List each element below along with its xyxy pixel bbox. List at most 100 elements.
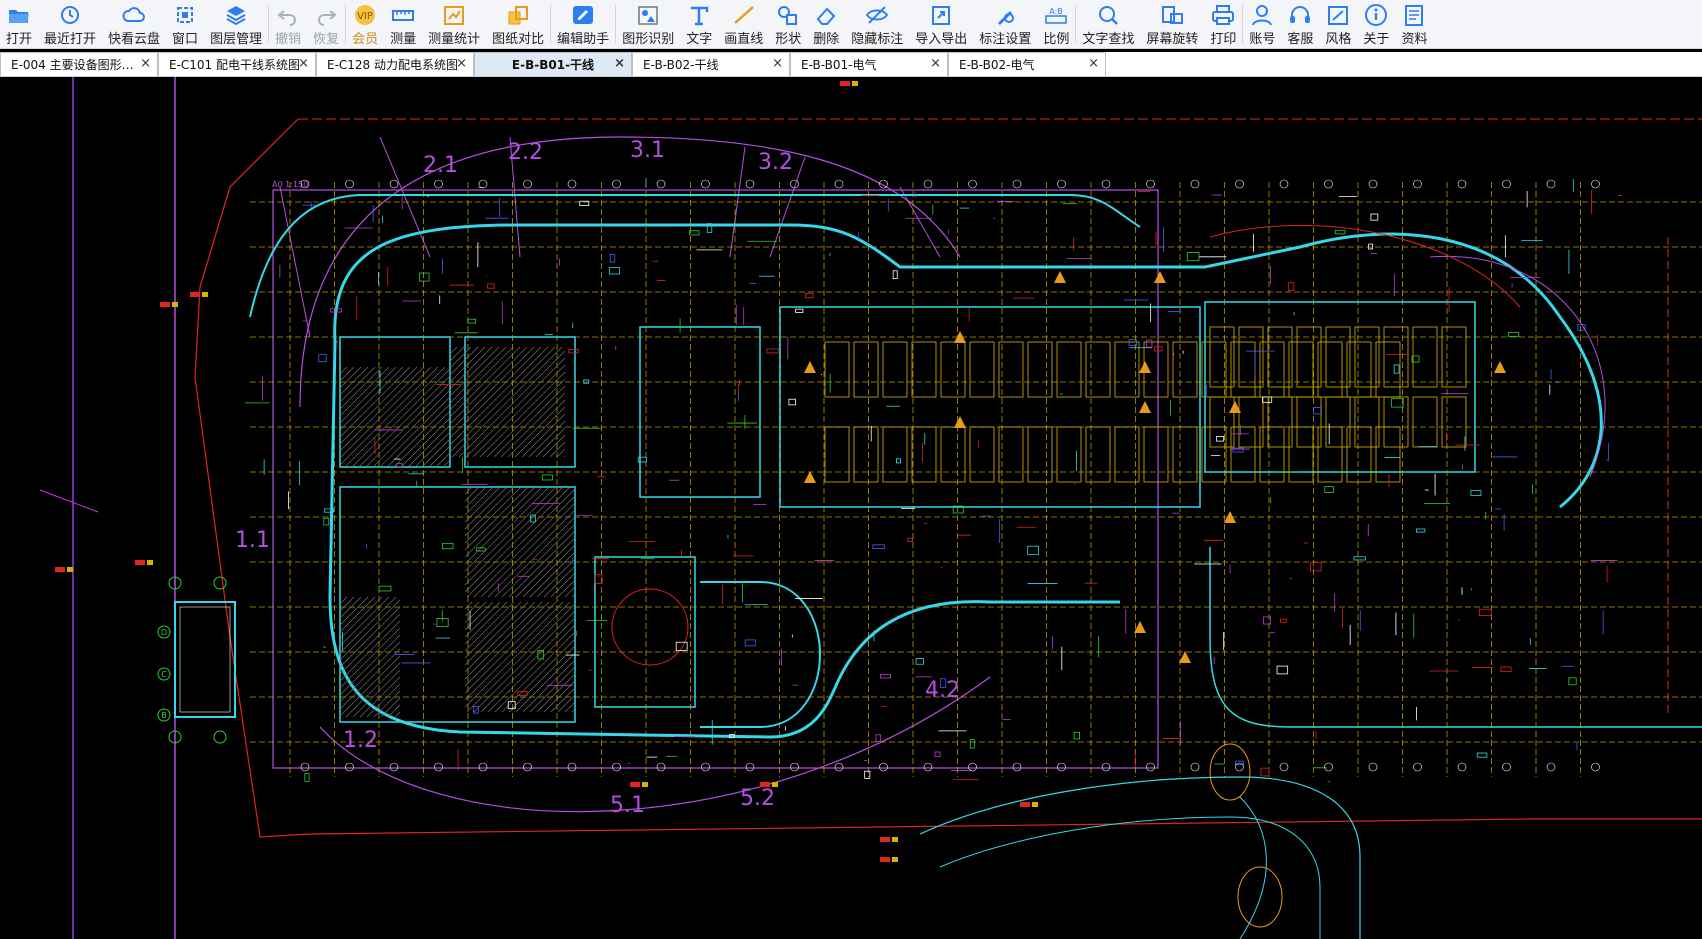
toolbar-label: 编辑助手 xyxy=(557,32,610,47)
import-export-icon xyxy=(932,6,951,25)
folder-open-button[interactable]: 打开 xyxy=(0,0,38,48)
edit-assistant-icon xyxy=(573,6,594,24)
annotation-settings-button[interactable]: 标注设置 xyxy=(973,0,1037,48)
annotation-settings-icon xyxy=(998,11,1015,25)
rotate-screen-icon xyxy=(1162,6,1184,24)
zone-label: 1.2 xyxy=(343,728,378,753)
tab-label: E-C128 动力配电系统图 xyxy=(327,58,459,72)
toolbar-label: 图纸对比 xyxy=(492,32,545,47)
scale-button[interactable]: A:B 比例 xyxy=(1037,0,1075,48)
measure-stats-button[interactable]: 测量统计 xyxy=(422,0,486,48)
info-button[interactable]: 关于 xyxy=(1357,0,1395,48)
main-toolbar: 打开 最近打开 快看云盘 窗口 图层管理 撤销 恢复 VIP 会员 测量 测量统计 图纸对比 编辑助手图… xyxy=(0,0,1702,49)
close-icon[interactable]: × xyxy=(298,56,309,71)
text-search-button[interactable]: 文字查找 xyxy=(1076,0,1140,48)
toolbar-label: 窗口 xyxy=(172,32,199,47)
document-tab[interactable]: E-B-B02-电气 × xyxy=(948,52,1106,76)
cad-drawing[interactable]: 2.1 2.2 3.1 3.2 1.1 1.2 4.2 5.1 5.2 A0 1… xyxy=(0,77,1702,939)
drawing-canvas[interactable]: 2.1 2.2 3.1 3.2 1.1 1.2 4.2 5.1 5.2 A0 1… xyxy=(0,77,1702,939)
toolbar-label: 客服 xyxy=(1287,32,1314,47)
document-tab-bar: E-004 主要设备图形… × E-C101 配电干线系统图 × E-C128 动力配电… xyxy=(0,52,1702,77)
info-icon xyxy=(1365,4,1388,26)
cloud-icon xyxy=(122,7,146,22)
headset-icon xyxy=(1290,6,1311,23)
document-tab[interactable]: E-B-B02-干线 × xyxy=(632,52,790,76)
layers-icon xyxy=(226,6,246,26)
compare-button[interactable]: 图纸对比 xyxy=(486,0,550,48)
toolbar-label: 关于 xyxy=(1363,32,1390,47)
close-icon[interactable]: × xyxy=(930,56,941,71)
document-tab[interactable]: E-C128 动力配电系统图 × xyxy=(316,52,474,76)
documents-icon xyxy=(1405,5,1424,26)
measure-button[interactable]: 测量 xyxy=(384,0,422,48)
style-button[interactable]: 风格 xyxy=(1319,0,1357,48)
documents-button[interactable]: 资料 xyxy=(1395,0,1433,48)
zone-label: 3.1 xyxy=(630,138,665,163)
scale-icon: A:B xyxy=(1045,7,1068,24)
close-icon[interactable]: × xyxy=(772,56,783,71)
tab-label: E-B-B01-电气 xyxy=(801,58,877,72)
tab-label: E-B-B01-干线 xyxy=(511,58,595,72)
tab-label: E-004 主要设备图形… xyxy=(11,58,134,72)
svg-text:A:B: A:B xyxy=(1050,7,1064,16)
shape-button[interactable]: 形状 xyxy=(769,0,807,48)
zone-label: 3.2 xyxy=(758,150,793,175)
close-icon[interactable]: × xyxy=(456,56,467,71)
toolbar-label: 图层管理 xyxy=(210,32,263,47)
toolbar-label: 测量统计 xyxy=(428,32,481,47)
toolbar-label: 账号 xyxy=(1249,32,1276,47)
compare-icon xyxy=(508,6,529,25)
import-export-button[interactable]: 导入导出 xyxy=(909,0,973,48)
headset-button[interactable]: 客服 xyxy=(1281,0,1319,48)
close-icon[interactable]: × xyxy=(614,56,625,71)
eraser-button[interactable]: 删除 xyxy=(807,0,845,48)
recent-clock-button[interactable]: 最近打开 xyxy=(38,0,102,48)
rotate-screen-button[interactable]: 屏幕旋转 xyxy=(1140,0,1204,48)
zone-label: 5.2 xyxy=(740,786,775,811)
window-button[interactable]: 窗口 xyxy=(166,0,204,48)
shape-recognize-button[interactable]: 图形识别 xyxy=(616,0,680,48)
toolbar-label: 打印 xyxy=(1210,32,1237,47)
close-icon[interactable]: × xyxy=(140,56,151,71)
undo-button[interactable]: 撤销 xyxy=(269,0,307,48)
zone-label: 5.1 xyxy=(610,793,645,818)
toolbar-label: 隐藏标注 xyxy=(851,32,904,47)
redo-icon xyxy=(318,10,337,26)
layers-button[interactable]: 图层管理 xyxy=(204,0,268,48)
tab-label: E-C101 配电干线系统图 xyxy=(169,58,301,72)
toolbar-label: 会员 xyxy=(352,32,379,47)
toolbar-label: 标注设置 xyxy=(979,32,1032,47)
toolbar-label: 导入导出 xyxy=(915,32,968,47)
document-tab[interactable]: E-B-B01-电气 × xyxy=(790,52,948,76)
toolbar-label: 删除 xyxy=(813,32,840,47)
line-icon xyxy=(733,6,754,24)
print-button[interactable]: 打印 xyxy=(1204,0,1242,48)
axis-bubble-label: C xyxy=(161,670,167,679)
toolbar-label: 快看云盘 xyxy=(108,32,161,47)
zone-label: 2.2 xyxy=(508,140,543,165)
close-icon[interactable]: × xyxy=(1088,56,1099,71)
vip-icon: VIP xyxy=(355,5,376,25)
account-button[interactable]: 账号 xyxy=(1243,0,1281,48)
line-button[interactable]: 画直线 xyxy=(718,0,769,48)
edit-assistant-button[interactable]: 编辑助手 xyxy=(551,0,615,48)
text-icon xyxy=(691,6,709,26)
redo-button[interactable]: 恢复 xyxy=(307,0,345,48)
toolbar-label: 文字查找 xyxy=(1082,32,1135,47)
window-icon xyxy=(177,7,194,23)
eraser-icon xyxy=(816,7,836,25)
vip-button[interactable]: VIP 会员 xyxy=(346,0,384,48)
hide-eye-icon xyxy=(866,6,889,24)
text-button[interactable]: 文字 xyxy=(680,0,718,48)
print-icon xyxy=(1212,5,1235,25)
cloud-button[interactable]: 快看云盘 xyxy=(102,0,166,48)
hide-eye-button[interactable]: 隐藏标注 xyxy=(845,0,909,48)
toolbar-label: 画直线 xyxy=(724,32,764,47)
measure-stats-icon xyxy=(444,6,465,25)
document-tab[interactable]: E-C101 配电干线系统图 × xyxy=(158,52,316,76)
account-icon xyxy=(1252,5,1273,26)
document-tab[interactable]: E-B-B01-干线 × xyxy=(474,52,632,76)
toolbar-label: 屏幕旋转 xyxy=(1146,32,1199,47)
document-tab[interactable]: E-004 主要设备图形… × xyxy=(0,52,158,76)
toolbar-label: 文字 xyxy=(686,32,713,47)
